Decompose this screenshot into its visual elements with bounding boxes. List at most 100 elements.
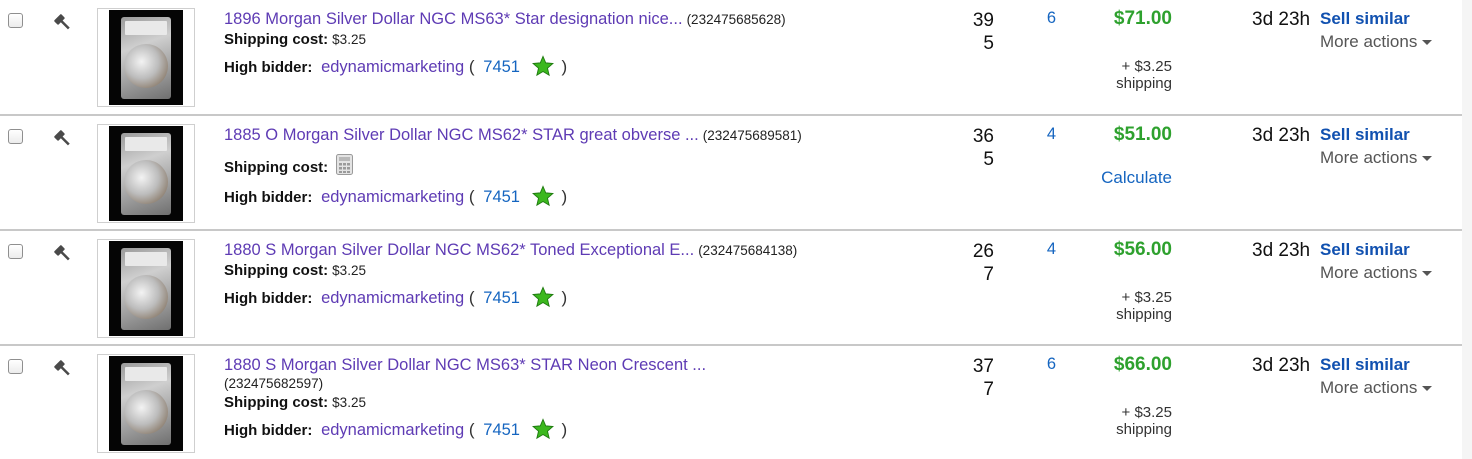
watchers-line-2: 5 — [983, 33, 994, 54]
more-actions-label: More actions — [1320, 263, 1418, 282]
paren-close: ) — [561, 57, 568, 76]
shipping-cost-value: $3.25 — [332, 32, 366, 47]
listing-row: 1896 Morgan Silver Dollar NGC MS63* Star… — [0, 0, 1462, 115]
sell-similar-link[interactable]: Sell similar — [1320, 355, 1410, 375]
shipping-add-amount: + $3.25 — [1121, 404, 1172, 421]
item-id: (232475682597) — [224, 376, 324, 391]
watchers-line-1: 39 — [972, 10, 994, 31]
high-bidder-name[interactable]: edynamicmarketing — [321, 188, 464, 206]
shipping-cost: Shipping cost: — [224, 154, 354, 177]
coin-slab-image — [109, 356, 183, 451]
current-price: $71.00 — [1113, 8, 1172, 29]
item-thumbnail[interactable] — [97, 354, 195, 453]
shipping-add-amount: + $3.25 — [1121, 289, 1172, 306]
high-bidder-label: High bidder: — [224, 290, 313, 307]
feedback-score[interactable]: 7451 — [483, 421, 520, 439]
coin-slab-image — [109, 126, 183, 221]
caret-down-icon — [1422, 271, 1433, 276]
select-checkbox[interactable] — [8, 359, 23, 374]
watchers-count: 26 7 — [966, 240, 994, 286]
sell-similar-link[interactable]: Sell similar — [1320, 125, 1410, 145]
shipping-cost: Shipping cost: $3.25 — [224, 394, 366, 412]
more-actions-dropdown[interactable]: More actions — [1320, 263, 1433, 283]
watchers-line-1: 26 — [972, 241, 994, 262]
high-bidder-name[interactable]: edynamicmarketing — [321, 58, 464, 76]
current-price: $56.00 — [1113, 239, 1172, 260]
high-bidder-label: High bidder: — [224, 59, 313, 76]
listing-row: 1880 S Morgan Silver Dollar NGC MS62* To… — [0, 230, 1462, 345]
gavel-icon — [54, 245, 70, 261]
green-star-icon — [531, 55, 554, 77]
more-actions-dropdown[interactable]: More actions — [1320, 378, 1433, 398]
item-title-link[interactable]: 1885 O Morgan Silver Dollar NGC MS62* ST… — [224, 126, 699, 144]
select-checkbox[interactable] — [8, 244, 23, 259]
high-bidder: High bidder: edynamicmarketing ( 7451 ) — [224, 185, 567, 209]
caret-down-icon — [1422, 40, 1433, 45]
current-price: $51.00 — [1113, 124, 1172, 145]
paren-open: ( — [468, 187, 475, 206]
listing-row: 1880 S Morgan Silver Dollar NGC MS63* ST… — [0, 345, 1462, 459]
green-star-icon — [531, 286, 554, 308]
high-bidder-label: High bidder: — [224, 422, 313, 439]
coin-slab-image — [109, 10, 183, 105]
item-title-link[interactable]: 1896 Morgan Silver Dollar NGC MS63* Star… — [224, 10, 683, 28]
paren-close: ) — [561, 187, 568, 206]
select-checkbox[interactable] — [8, 13, 23, 28]
shipping-add-label: shipping — [1116, 306, 1172, 323]
feedback-score[interactable]: 7451 — [483, 188, 520, 206]
select-checkbox[interactable] — [8, 129, 23, 144]
watchers-count: 37 7 — [966, 355, 994, 401]
more-actions-dropdown[interactable]: More actions — [1320, 148, 1433, 168]
item-thumbnail[interactable] — [97, 239, 195, 338]
shipping-additional: + $3.25 shipping — [1116, 289, 1172, 323]
watchers-line-2: 5 — [983, 149, 994, 170]
item-thumbnail[interactable] — [97, 124, 195, 223]
item-title-link[interactable]: 1880 S Morgan Silver Dollar NGC MS63* ST… — [224, 356, 706, 374]
shipping-additional: + $3.25 shipping — [1116, 58, 1172, 92]
shipping-cost-label: Shipping cost: — [224, 31, 329, 48]
current-price: $66.00 — [1113, 354, 1172, 375]
watchers-count: 39 5 — [966, 9, 994, 55]
watchers-line-2: 7 — [983, 264, 994, 285]
bids-count[interactable]: 6 — [1036, 355, 1056, 374]
paren-open: ( — [468, 57, 475, 76]
item-id: (232475684138) — [698, 243, 798, 258]
more-actions-dropdown[interactable]: More actions — [1320, 32, 1433, 52]
shipping-cost-label: Shipping cost: — [224, 262, 329, 279]
high-bidder-name[interactable]: edynamicmarketing — [321, 289, 464, 307]
shipping-cost: Shipping cost: $3.25 — [224, 262, 366, 280]
right-edge-gutter — [1462, 0, 1472, 459]
feedback-score[interactable]: 7451 — [483, 289, 520, 307]
gavel-icon — [54, 130, 70, 146]
item-title-line: 1880 S Morgan Silver Dollar NGC MS63* ST… — [224, 355, 706, 375]
item-thumbnail[interactable] — [97, 8, 195, 107]
listing-row: 1885 O Morgan Silver Dollar NGC MS62* ST… — [0, 115, 1462, 230]
high-bidder: High bidder: edynamicmarketing ( 7451 ) — [224, 286, 567, 310]
high-bidder: High bidder: edynamicmarketing ( 7451 ) — [224, 55, 567, 79]
high-bidder-name[interactable]: edynamicmarketing — [321, 421, 464, 439]
watchers-line-2: 7 — [983, 379, 994, 400]
sell-similar-link[interactable]: Sell similar — [1320, 9, 1410, 29]
paren-close: ) — [561, 420, 568, 439]
sell-similar-link[interactable]: Sell similar — [1320, 240, 1410, 260]
gavel-icon — [54, 360, 70, 376]
green-star-icon — [531, 418, 554, 440]
item-title-link[interactable]: 1880 S Morgan Silver Dollar NGC MS62* To… — [224, 241, 694, 259]
bids-count[interactable]: 4 — [1036, 240, 1056, 259]
watchers-line-1: 37 — [972, 356, 994, 377]
shipping-cost: Shipping cost: $3.25 — [224, 31, 366, 49]
shipping-cost-label: Shipping cost: — [224, 394, 329, 411]
bids-count[interactable]: 4 — [1036, 125, 1056, 144]
item-id: (232475689581) — [702, 128, 802, 143]
shipping-cost-value: $3.25 — [332, 263, 366, 278]
paren-open: ( — [468, 420, 475, 439]
calculate-shipping-link[interactable]: Calculate — [1101, 168, 1172, 188]
shipping-add-amount: + $3.25 — [1121, 58, 1172, 75]
calculator-icon[interactable] — [336, 154, 354, 175]
shipping-add-label: shipping — [1116, 75, 1172, 92]
feedback-score[interactable]: 7451 — [483, 58, 520, 76]
bids-count[interactable]: 6 — [1036, 9, 1056, 28]
watchers-count: 36 5 — [966, 125, 994, 171]
time-left: 3d 23h — [1252, 9, 1311, 30]
item-title-line: 1896 Morgan Silver Dollar NGC MS63* Star… — [224, 9, 786, 30]
